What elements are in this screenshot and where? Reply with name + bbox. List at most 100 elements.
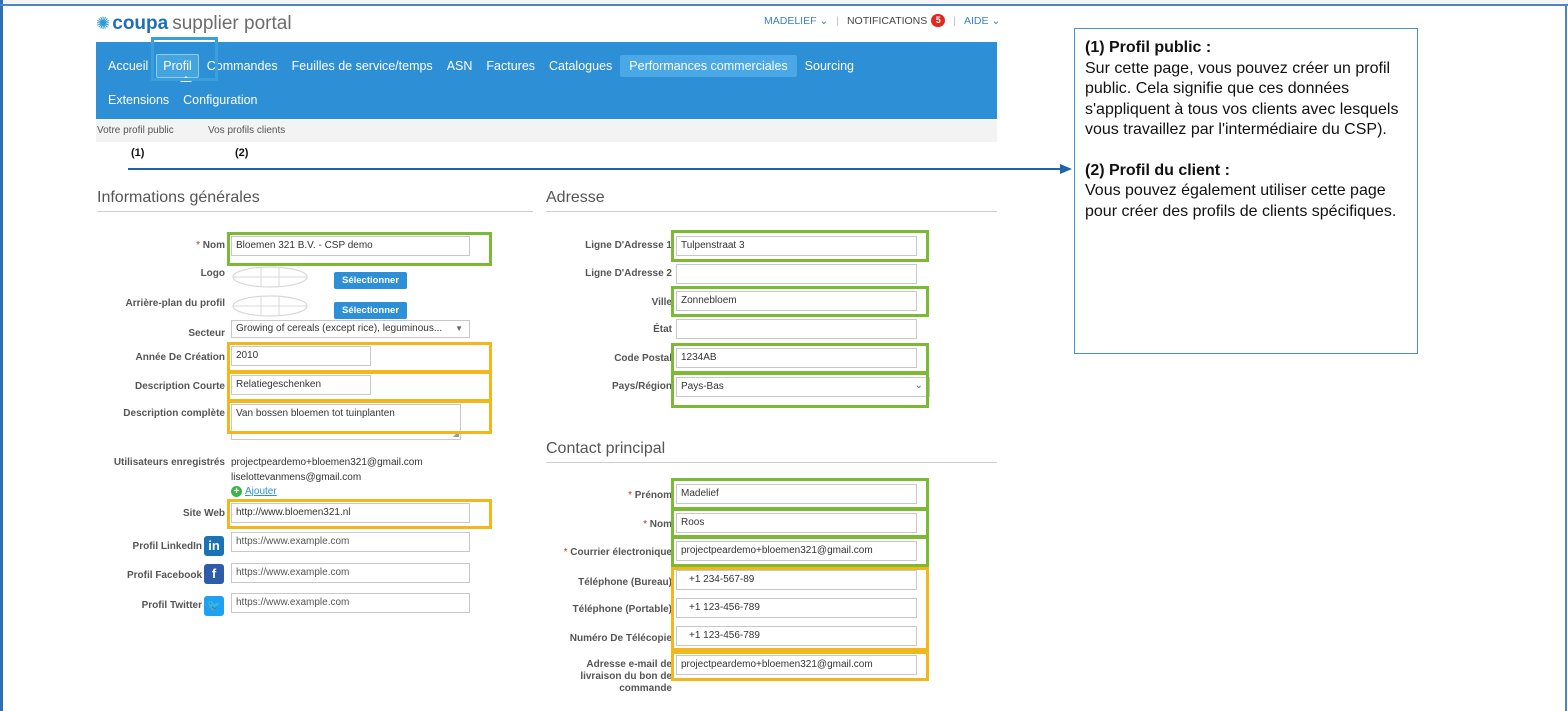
callout-title-client: (2) Profil du client : xyxy=(1085,161,1230,179)
divider: | xyxy=(953,14,957,27)
background-label: Arrière-plan du profil xyxy=(125,298,225,309)
annotation-label-1: (1) xyxy=(131,147,145,159)
main-nav: Accueil Profil Commandes Feuilles de ser… xyxy=(96,42,997,119)
nav-catalogues[interactable]: Catalogues xyxy=(543,55,618,77)
twitter-icon: 🐦 xyxy=(204,596,224,616)
frame-border-left xyxy=(0,0,3,711)
highlight-email xyxy=(671,536,929,567)
linkedin-input[interactable]: https://www.example.com xyxy=(231,532,470,552)
facebook-input[interactable]: https://www.example.com xyxy=(231,563,470,583)
address-line2-label: Ligne D'Adresse 2 xyxy=(585,268,672,279)
notifications-link[interactable]: NOTIFICATIONS xyxy=(847,15,927,27)
linkedin-label: Profil LinkedIn xyxy=(132,541,202,552)
section-divider xyxy=(546,211,997,212)
dropdown-arrow-icon: ▼ xyxy=(455,324,463,333)
po-email-label: Adresse e-mail de livraison du bon de co… xyxy=(580,659,672,694)
highlight-po-email xyxy=(671,651,929,681)
logo-placeholder-icon xyxy=(232,266,308,288)
highlight-website xyxy=(227,499,492,529)
twitter-input[interactable]: https://www.example.com xyxy=(231,593,470,613)
annotation-label-2: (2) xyxy=(235,147,249,159)
user-menu[interactable]: MADELIEF ⌄ xyxy=(764,15,828,27)
highlight-postal-code xyxy=(671,343,929,374)
logo-select-button[interactable]: Sélectionner xyxy=(334,272,408,289)
sector-label: Secteur xyxy=(188,328,225,339)
divider: | xyxy=(836,14,839,27)
frame-border-right xyxy=(1565,4,1567,711)
nav-row-secondary: Extensions Configuration xyxy=(100,88,264,112)
city-label: Ville xyxy=(651,297,672,308)
sector-value: Growing of cereals (except rice), legumi… xyxy=(236,323,443,334)
sub-nav: Votre profil public Vos profils clients xyxy=(96,120,997,142)
nav-factures[interactable]: Factures xyxy=(480,55,541,77)
add-user-link[interactable]: + Ajouter xyxy=(231,486,277,497)
subnav-public-profile[interactable]: Votre profil public xyxy=(97,125,174,136)
top-links: MADELIEF ⌄ | NOTIFICATIONS 5 | AIDE ⌄ xyxy=(764,14,1000,27)
nav-sourcing[interactable]: Sourcing xyxy=(799,55,860,77)
help-menu[interactable]: AIDE ⌄ xyxy=(964,15,1000,27)
highlight-name xyxy=(227,232,492,266)
callout-text-client: Vous pouvez également utiliser cette pag… xyxy=(1085,182,1397,220)
annotation-arrow-line xyxy=(128,168,1060,170)
section-title-general: Informations générales xyxy=(97,189,260,206)
sector-select[interactable]: Growing of cereals (except rice), legumi… xyxy=(231,320,470,338)
section-divider xyxy=(97,211,533,212)
address-line1-label: Ligne D'Adresse 1 xyxy=(585,240,672,251)
subnav-client-profiles[interactable]: Vos profils clients xyxy=(208,125,285,136)
annotation-arrow-head-icon xyxy=(1060,164,1072,174)
background-select-button[interactable]: Sélectionner xyxy=(334,302,408,319)
nav-configuration[interactable]: Configuration xyxy=(177,89,263,111)
logo-brand: coupa xyxy=(112,13,169,34)
add-icon: + xyxy=(231,486,242,497)
fax-label: Numéro De Télécopie xyxy=(569,633,672,644)
highlight-phones-fax xyxy=(671,567,929,651)
website-label: Site Web xyxy=(182,508,225,519)
section-divider xyxy=(546,462,997,463)
nav-accueil[interactable]: Accueil xyxy=(102,55,154,77)
last-name-label: * Nom xyxy=(643,519,672,530)
highlight-full-desc xyxy=(227,400,492,434)
coupa-logo[interactable]: ✺ coupa supplier portal xyxy=(96,13,292,35)
registered-user-email: projectpeardemo+bloemen321@gmail.com xyxy=(231,457,423,468)
notifications-badge: 5 xyxy=(931,14,946,27)
nav-feuilles-service[interactable]: Feuilles de service/temps xyxy=(286,55,439,77)
email-label: * Courrier électronique xyxy=(563,547,672,558)
name-label: * Nom xyxy=(196,240,225,251)
highlight-address-line1 xyxy=(671,230,929,262)
section-title-contact: Contact principal xyxy=(546,440,666,457)
nav-asn[interactable]: ASN xyxy=(441,55,479,77)
facebook-label: Profil Facebook xyxy=(126,570,202,581)
address-line2-input[interactable] xyxy=(676,264,917,284)
background-placeholder-icon xyxy=(232,295,308,317)
country-label: Pays/Région xyxy=(611,381,672,392)
registered-users-label: Utilisateurs enregistrés xyxy=(113,457,225,468)
highlight-profil-tab xyxy=(151,37,218,81)
highlight-first-name xyxy=(671,478,929,510)
short-description-label: Description Courte xyxy=(134,381,225,392)
highlight-last-name xyxy=(671,508,929,538)
top-strip xyxy=(3,0,1568,3)
logo-text: supplier portal xyxy=(172,13,292,34)
callout-text-public: Sur cette page, vous pouvez créer un pro… xyxy=(1085,59,1399,139)
section-title-address: Adresse xyxy=(546,189,605,206)
highlight-country xyxy=(671,372,929,408)
frame-border-top xyxy=(0,4,1568,6)
coupa-logo-icon: ✺ xyxy=(96,14,111,33)
registered-user-email: liselottevanmens@gmail.com xyxy=(231,472,362,483)
highlight-city xyxy=(671,286,929,317)
logo-label: Logo xyxy=(200,268,225,279)
state-input[interactable] xyxy=(676,319,917,339)
linkedin-icon: in xyxy=(204,536,224,556)
highlight-short-desc xyxy=(227,371,492,402)
phone-office-label: Téléphone (Bureau) xyxy=(578,577,672,588)
phone-mobile-label: Téléphone (Portable) xyxy=(572,604,672,615)
nav-performances-commerciales[interactable]: Performances commerciales xyxy=(620,55,797,77)
facebook-icon: f xyxy=(204,564,224,584)
year-label: Année De Création xyxy=(135,352,225,363)
callout-title-public: (1) Profil public : xyxy=(1085,39,1212,56)
nav-extensions[interactable]: Extensions xyxy=(102,89,175,111)
postal-code-label: Code Postal xyxy=(614,353,672,364)
explanation-callout: (1) Profil public : Sur cette page, vous… xyxy=(1074,28,1418,354)
first-name-label: * Prénom xyxy=(628,490,672,501)
twitter-label: Profil Twitter xyxy=(141,600,202,611)
